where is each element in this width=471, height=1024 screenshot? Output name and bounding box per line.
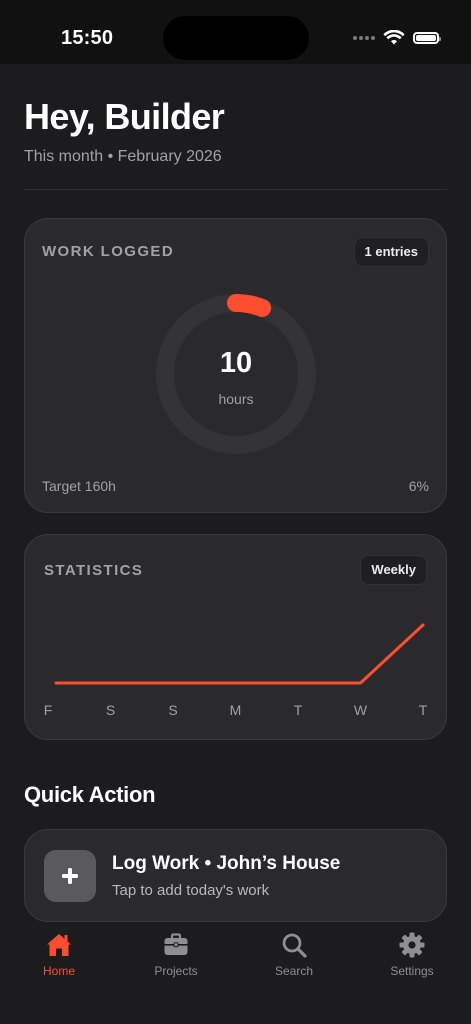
- hours-value: 10: [219, 347, 253, 379]
- log-work-subtitle: Tap to add today's work: [112, 882, 270, 899]
- statistics-card: STATISTICS Weekly FSSMTWT: [24, 534, 447, 740]
- x-tick-label: S: [168, 702, 177, 718]
- tab-search-label: Search: [274, 964, 314, 978]
- percent-label: 6%: [408, 478, 429, 494]
- tab-projects[interactable]: Projects: [126, 922, 226, 982]
- battery-icon: [413, 32, 441, 44]
- cellular-signal-icon: [353, 36, 375, 40]
- dynamic-island: [163, 16, 309, 60]
- status-time: 15:50: [61, 27, 114, 49]
- x-tick-label: W: [354, 702, 368, 718]
- progress-ring: 10 hours: [155, 293, 317, 455]
- x-tick-label: F: [44, 702, 53, 718]
- status-indicators: [353, 26, 441, 50]
- x-tick-label: T: [294, 702, 303, 718]
- entries-badge: 1 entries: [353, 237, 429, 267]
- tab-home-label: Home: [42, 964, 75, 978]
- work-logged-card[interactable]: WORK LOGGED 1 entries 10 hours Target 16…: [24, 218, 447, 513]
- quick-action-heading: Quick Action: [24, 782, 156, 807]
- x-tick-label: T: [419, 702, 428, 718]
- home-icon: [47, 934, 71, 956]
- x-tick-label: M: [230, 702, 242, 718]
- weekly-line-chart: FSSMTWT: [44, 623, 428, 718]
- gear-icon: [399, 932, 425, 958]
- hours-unit: hours: [218, 391, 254, 407]
- wifi-icon: [383, 30, 405, 45]
- series-line: [54, 623, 425, 685]
- month-subtitle: This month • February 2026: [24, 148, 222, 165]
- tab-bar: Home Projects Search Settings: [0, 922, 471, 1024]
- tab-search[interactable]: Search: [244, 922, 344, 982]
- tab-home[interactable]: Home: [9, 922, 109, 982]
- tab-settings[interactable]: Settings: [362, 922, 462, 982]
- work-logged-title: WORK LOGGED: [42, 243, 175, 260]
- log-work-title: Log Work • John’s House: [112, 853, 341, 874]
- header-divider: [24, 189, 447, 190]
- plus-icon: [44, 850, 96, 902]
- tab-settings-label: Settings: [390, 964, 434, 978]
- tab-projects-label: Projects: [154, 964, 198, 978]
- search-icon: [282, 933, 307, 958]
- page-title: Hey, Builder: [24, 96, 225, 137]
- status-bar: 15:50: [0, 0, 471, 64]
- briefcase-icon: [164, 933, 188, 955]
- log-work-button[interactable]: Log Work • John’s House Tap to add today…: [24, 829, 447, 922]
- target-label: Target 160h: [42, 478, 116, 494]
- x-tick-label: S: [106, 702, 115, 718]
